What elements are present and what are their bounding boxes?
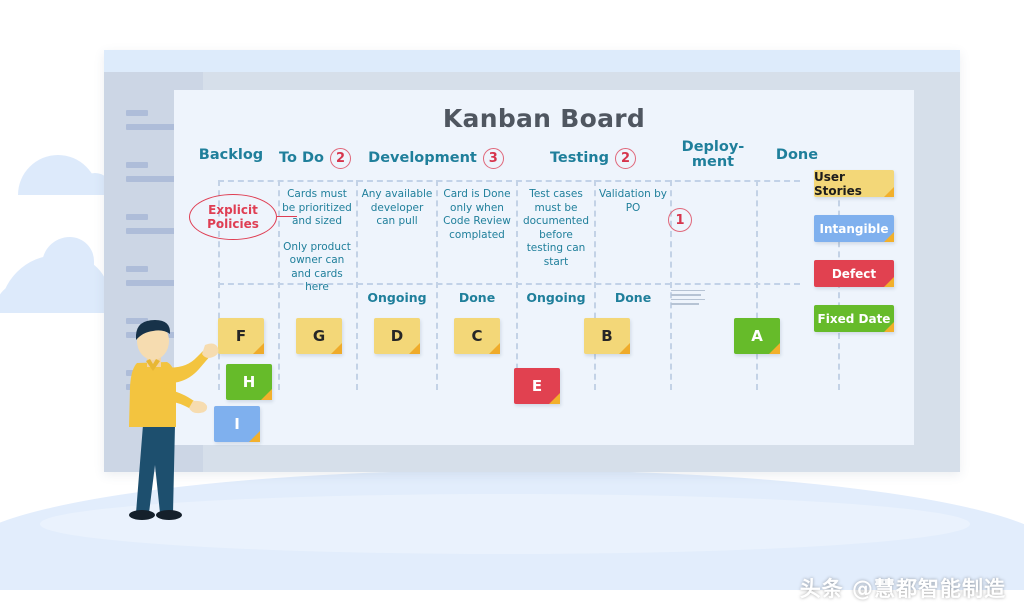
card-fold-corner-icon bbox=[884, 277, 894, 287]
sidebar-item-title-bar bbox=[126, 266, 148, 272]
policy-cell-3: Card is Done only when Code Review compl… bbox=[440, 188, 514, 242]
kanban-card-b[interactable]: B bbox=[584, 318, 630, 354]
column-header-label: Done bbox=[775, 147, 819, 163]
kanban-card-g[interactable]: G bbox=[296, 318, 342, 354]
policy-cell-5: Validation by PO bbox=[598, 188, 668, 215]
shoe-right bbox=[156, 510, 182, 520]
legend-item-intangible[interactable]: Intangible bbox=[813, 209, 894, 242]
policy-cell-1: Cards must be prioritized and sized Only … bbox=[280, 188, 354, 295]
callout-connector-line bbox=[277, 216, 297, 217]
sidebar-item-title-bar bbox=[126, 214, 148, 220]
sidebar-item-title-bar bbox=[126, 162, 148, 168]
policy-text-primary: Any available developer can pull bbox=[361, 188, 433, 227]
column-separator-3 bbox=[356, 180, 358, 390]
policy-cell-4: Test cases must be documented before tes… bbox=[520, 188, 592, 269]
card-type-legend: User Stories Intangible Defect Fixed Date bbox=[813, 164, 902, 350]
legend-item-user-stories[interactable]: User Stories bbox=[813, 164, 894, 198]
policy-cell-2: Any available developer can pull bbox=[360, 188, 434, 229]
card-label: E bbox=[531, 377, 543, 395]
sidebar-item-title-bar bbox=[126, 110, 148, 116]
card-label: F bbox=[235, 327, 247, 345]
column-separator-4 bbox=[436, 180, 438, 390]
column-header-label: Testing bbox=[549, 149, 610, 166]
card-label: H bbox=[242, 373, 256, 391]
wip-limit-badge: 2 bbox=[329, 148, 351, 169]
legend-item-label: Intangible bbox=[819, 221, 889, 236]
card-fold-corner-icon bbox=[331, 343, 342, 354]
deployment-wip-badge: 1 bbox=[668, 208, 692, 232]
legend-item-label: Fixed Date bbox=[817, 311, 891, 326]
page-title: Kanban Board bbox=[442, 104, 646, 133]
card-fold-corner-icon bbox=[884, 322, 894, 332]
explicit-policies-callout: Explicit Policies bbox=[189, 194, 277, 240]
column-header-label: Development bbox=[368, 149, 477, 166]
card-fold-corner-icon bbox=[489, 343, 500, 354]
policy-text-secondary: Only product owner can and cards here bbox=[283, 240, 351, 294]
callout-line-2: Policies bbox=[207, 217, 259, 231]
substatus-label-1: Ongoing bbox=[367, 290, 427, 305]
kanban-card-e[interactable]: E bbox=[513, 362, 560, 404]
presenter-illustration bbox=[129, 320, 219, 520]
card-label: A bbox=[751, 327, 763, 345]
substatus-label-3: Ongoing bbox=[526, 290, 586, 305]
card-label: I bbox=[234, 415, 240, 433]
column-header-to do[interactable]: To Do 2 bbox=[274, 148, 356, 169]
column-separator-5 bbox=[516, 180, 518, 390]
column-header-deploy-ment[interactable]: Deploy-ment bbox=[670, 139, 756, 171]
card-fold-corner-icon bbox=[884, 232, 894, 242]
cloud-decoration-top bbox=[18, 155, 112, 195]
card-label: D bbox=[390, 327, 404, 345]
column-header-label: Backlog bbox=[198, 147, 264, 163]
substatus-label-2: Done bbox=[458, 290, 496, 305]
column-header-development[interactable]: Development 3 bbox=[356, 148, 516, 169]
shoe-left bbox=[129, 510, 155, 520]
card-label: G bbox=[312, 327, 326, 345]
card-fold-corner-icon bbox=[249, 431, 260, 442]
card-fold-corner-icon bbox=[769, 343, 780, 354]
card-fold-corner-icon bbox=[619, 343, 630, 354]
column-separator-8 bbox=[756, 180, 758, 390]
kanban-board: Kanban Board Backlog To Do 2 Development 3 Te… bbox=[174, 90, 914, 445]
card-label: C bbox=[471, 327, 483, 345]
card-fold-corner-icon bbox=[549, 393, 560, 404]
policy-text-primary: Cards must be prioritized and sized bbox=[282, 188, 352, 227]
card-fold-corner-icon bbox=[253, 343, 264, 354]
card-fold-corner-icon bbox=[409, 343, 420, 354]
column-header-testing[interactable]: Testing 2 bbox=[516, 148, 670, 169]
kanban-card-h[interactable]: H bbox=[225, 358, 272, 400]
divider-policies-top bbox=[218, 180, 800, 182]
callout-line-1: Explicit bbox=[208, 203, 258, 217]
watermark: 头条 @慧都智能制造 bbox=[799, 577, 1006, 601]
motion-lines-icon bbox=[671, 290, 705, 308]
kanban-card-d[interactable]: D bbox=[374, 318, 420, 354]
wip-limit-badge: 3 bbox=[482, 148, 504, 169]
legs bbox=[136, 425, 175, 513]
kanban-card-a[interactable]: A bbox=[733, 312, 780, 354]
column-header-done[interactable]: Done bbox=[756, 147, 838, 163]
cloud-decoration-bottom bbox=[0, 237, 110, 313]
hand-upper bbox=[202, 343, 219, 358]
legend-item-defect[interactable]: Defect bbox=[813, 254, 894, 287]
policy-text-primary: Test cases must be documented before tes… bbox=[522, 188, 590, 268]
policy-text-primary: Card is Done only when Code Review compl… bbox=[443, 188, 511, 241]
column-header-label: To Do bbox=[279, 149, 324, 166]
wip-limit-badge: 2 bbox=[615, 148, 637, 169]
window-titlebar bbox=[104, 50, 960, 72]
substatus-label-4: Done bbox=[614, 290, 652, 305]
legend-item-label: Defect bbox=[831, 266, 877, 281]
legend-item-label: User Stories bbox=[814, 169, 862, 198]
column-separator-6 bbox=[594, 180, 596, 390]
card-fold-corner-icon bbox=[261, 389, 272, 400]
column-header-backlog[interactable]: Backlog bbox=[188, 147, 274, 163]
column-header-label: Deploy-ment bbox=[681, 139, 745, 171]
card-label: B bbox=[601, 327, 613, 345]
card-fold-corner-icon bbox=[884, 187, 894, 197]
column-header-row: Backlog To Do 2 Development 3 Testing 2 Deploy-… bbox=[174, 139, 914, 174]
policy-text-primary: Validation by PO bbox=[598, 188, 668, 214]
legend-item-fixed-date[interactable]: Fixed Date bbox=[813, 299, 894, 332]
kanban-card-c[interactable]: C bbox=[454, 318, 500, 354]
kanban-card-f[interactable]: F bbox=[218, 318, 264, 354]
